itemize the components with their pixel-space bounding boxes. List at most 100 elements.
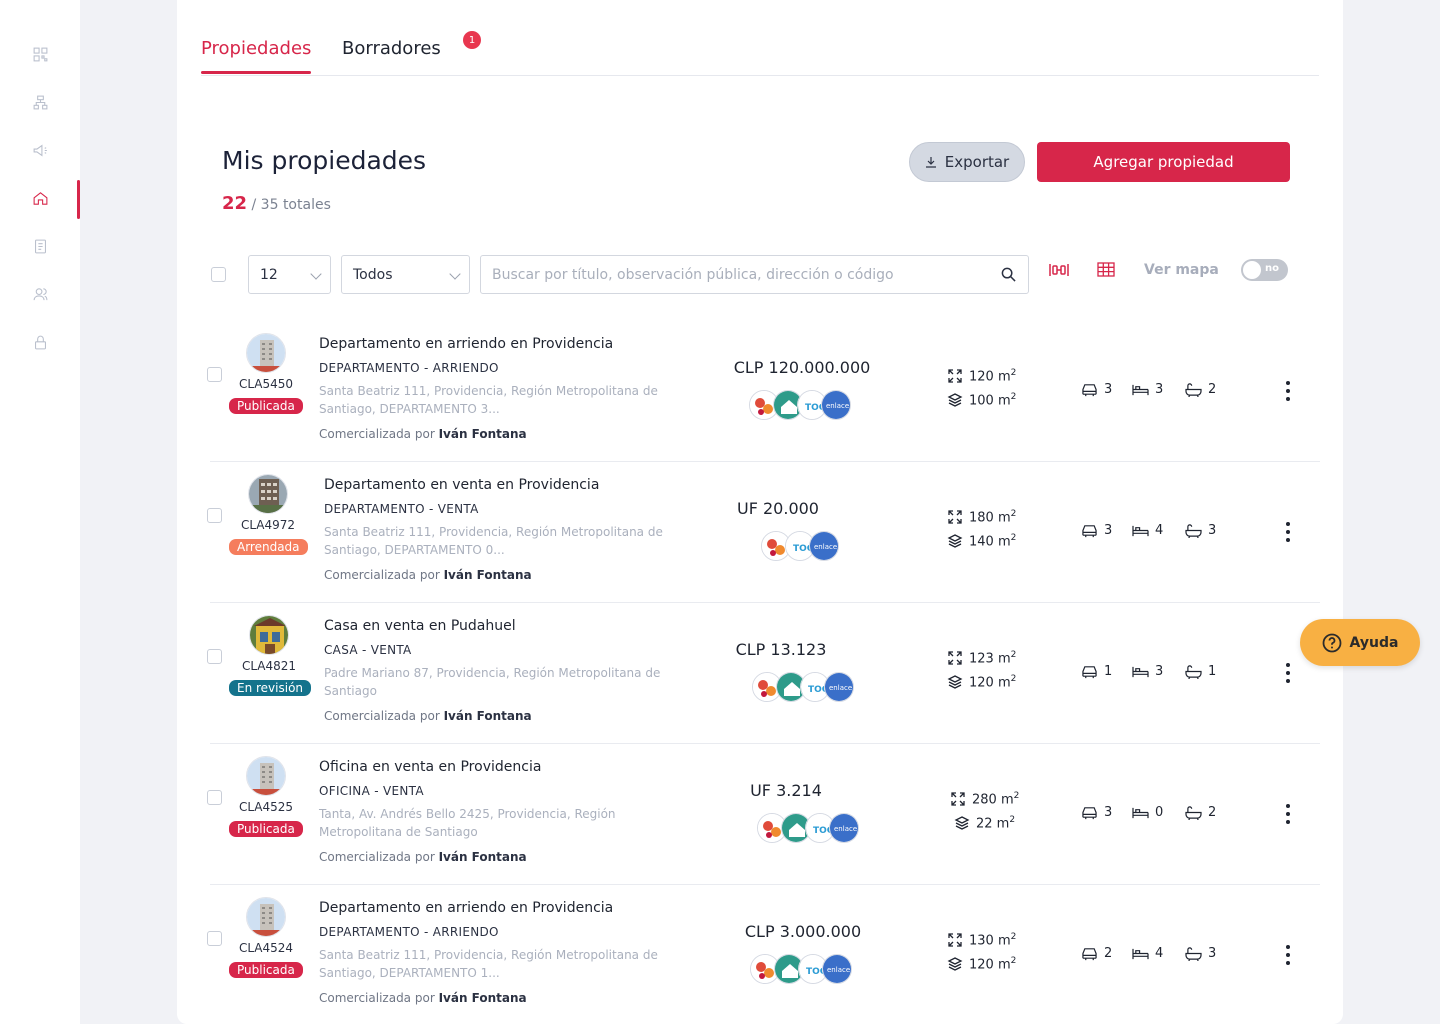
property-title[interactable]: Casa en venta en Pudahuel — [324, 618, 516, 634]
property-title[interactable]: Departamento en arriendo en Providencia — [319, 336, 613, 352]
bedroom-count: 3 — [1131, 382, 1163, 397]
property-code: CLA4972 — [240, 518, 296, 532]
qr-code-icon[interactable] — [28, 42, 52, 66]
agent-name: Iván Fontana — [438, 850, 527, 864]
grid-view-icon[interactable] — [1095, 261, 1117, 279]
managed-by-label: Comercializada por — [324, 568, 440, 582]
row-checkbox[interactable] — [207, 367, 222, 382]
chevron-down-icon — [310, 268, 322, 280]
bedroom-value: 3 — [1155, 664, 1164, 679]
bathroom-count: 3 — [1184, 946, 1216, 961]
property-code: CLA4821 — [241, 659, 297, 673]
home-icon[interactable] — [28, 186, 52, 210]
property-thumbnail[interactable] — [246, 756, 286, 796]
total-area: 280 m2 — [950, 791, 1019, 807]
property-type: OFICINA - VENTA — [319, 784, 424, 798]
car-icon — [1082, 807, 1097, 820]
search-field[interactable] — [480, 255, 1029, 294]
help-label: Ayuda — [1349, 634, 1399, 651]
bedroom-count: 4 — [1131, 523, 1163, 538]
portal-logos: TOC enlace — [752, 672, 862, 702]
bathtub-icon — [1185, 524, 1202, 538]
more-options-icon[interactable] — [1278, 517, 1298, 547]
status-badge: Arrendada — [229, 539, 308, 555]
row-checkbox[interactable] — [207, 790, 222, 805]
users-icon[interactable] — [28, 282, 52, 306]
row-checkbox[interactable] — [207, 508, 222, 523]
property-thumbnail[interactable] — [246, 897, 286, 937]
toggle-knob — [1243, 261, 1261, 279]
bedroom-value: 3 — [1155, 382, 1164, 397]
list-view-icon[interactable] — [1048, 261, 1070, 279]
bathroom-count: 1 — [1184, 664, 1216, 679]
property-thumbnail[interactable] — [248, 474, 288, 514]
more-options-icon[interactable] — [1278, 658, 1298, 688]
property-code: CLA5450 — [238, 377, 294, 391]
bathroom-value: 3 — [1208, 523, 1217, 538]
enlace-logo-text: enlace — [827, 966, 850, 974]
export-label: Exportar — [944, 153, 1010, 171]
per-page-select[interactable]: 12 — [248, 255, 331, 294]
more-options-icon[interactable] — [1278, 940, 1298, 970]
bathtub-icon — [1185, 665, 1202, 679]
export-button[interactable]: Exportar — [909, 142, 1025, 182]
built-area-value: 120 m — [969, 675, 1011, 691]
search-icon[interactable] — [1001, 267, 1016, 282]
megaphone-icon[interactable] — [28, 138, 52, 162]
select-all-checkbox[interactable] — [211, 267, 226, 282]
active-count: 22 — [222, 193, 248, 214]
more-options-icon[interactable] — [1278, 376, 1298, 406]
property-row: CLA4972 Arrendada Departamento en venta … — [207, 462, 1320, 603]
enlace-logo-text: enlace — [826, 402, 849, 410]
row-checkbox[interactable] — [207, 931, 222, 946]
property-thumbnail[interactable] — [249, 615, 289, 655]
layers-icon — [947, 393, 963, 407]
property-row: CLA4525 Publicada Oficina en venta en Pr… — [207, 744, 1320, 885]
property-type: DEPARTAMENTO - VENTA — [324, 502, 479, 516]
org-chart-icon[interactable] — [28, 90, 52, 114]
property-price: CLP 13.123 — [735, 640, 827, 659]
property-price: CLP 120.000.000 — [733, 358, 871, 377]
more-options-icon[interactable] — [1278, 799, 1298, 829]
property-address: Santa Beatriz 111, Providencia, Región M… — [319, 948, 658, 980]
add-property-button[interactable]: Agregar propiedad — [1037, 142, 1290, 182]
page-title: Mis propiedades — [222, 146, 427, 175]
property-title[interactable]: Oficina en venta en Providencia — [319, 759, 541, 775]
portal-logo-enlace: enlace — [824, 672, 854, 702]
map-view-label[interactable]: Ver mapa — [1144, 262, 1219, 278]
sidebar — [0, 0, 80, 1024]
total-area: 120 m2 — [947, 368, 1016, 384]
tab-properties[interactable]: Propiedades — [201, 38, 312, 74]
document-icon[interactable] — [28, 234, 52, 258]
agent-name: Iván Fontana — [443, 709, 532, 723]
row-checkbox[interactable] — [207, 649, 222, 664]
parking-count: 2 — [1080, 946, 1112, 961]
total-count: / 35 totales — [251, 197, 331, 213]
search-input[interactable] — [481, 256, 981, 293]
portal-logos: TOC enlace — [749, 390, 859, 420]
help-button[interactable]: Ayuda — [1300, 619, 1420, 666]
expand-icon — [948, 651, 962, 665]
status-select[interactable]: Todos — [341, 255, 470, 294]
property-title[interactable]: Departamento en venta en Providencia — [324, 477, 599, 493]
map-toggle[interactable]: no — [1241, 259, 1288, 281]
agent-name: Iván Fontana — [438, 427, 527, 441]
bathroom-value: 1 — [1208, 664, 1217, 679]
tab-drafts[interactable]: Borradores — [342, 38, 441, 59]
parking-value: 1 — [1104, 664, 1113, 679]
main-card: Propiedades Borradores 1 Mis propiedades… — [177, 0, 1343, 1024]
per-page-value: 12 — [260, 266, 278, 283]
total-area: 180 m2 — [947, 509, 1016, 525]
chevron-down-icon — [449, 268, 461, 280]
property-thumbnail[interactable] — [246, 333, 286, 373]
built-area: 140 m2 — [947, 533, 1016, 549]
total-area: 130 m2 — [947, 932, 1016, 948]
built-area: 22 m2 — [954, 815, 1015, 831]
property-title[interactable]: Departamento en arriendo en Providencia — [319, 900, 613, 916]
car-icon — [1082, 384, 1097, 397]
bathroom-value: 2 — [1208, 805, 1217, 820]
property-type: DEPARTAMENTO - ARRIENDO — [319, 361, 499, 375]
portal-logos: TOC enlace — [750, 954, 860, 984]
lock-icon[interactable] — [28, 330, 52, 354]
bathroom-count: 3 — [1184, 523, 1216, 538]
